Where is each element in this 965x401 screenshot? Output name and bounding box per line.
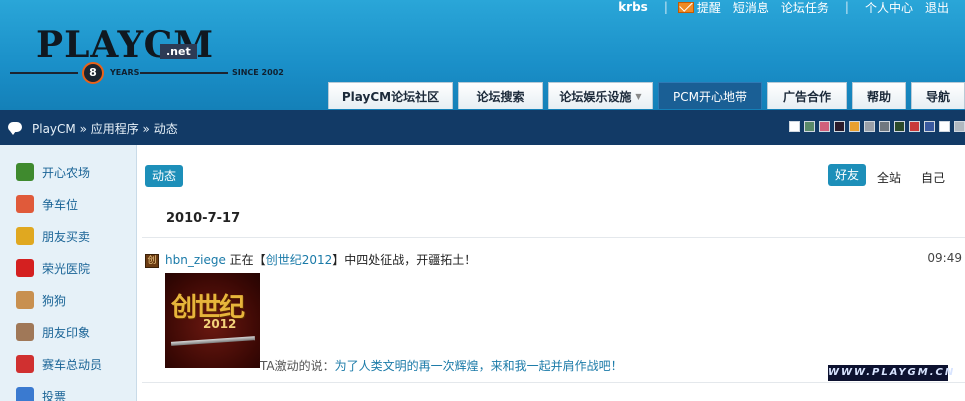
sprout-icon — [16, 163, 34, 181]
section-pill-feed[interactable]: 动态 — [145, 165, 183, 187]
sidebar-item-label: 赛车总动员 — [42, 357, 103, 372]
chart-icon — [16, 387, 34, 401]
sidebar-item[interactable]: 荣光医院 — [16, 258, 90, 278]
nav-tab-forum[interactable]: PlayCM论坛社区 — [328, 82, 453, 109]
site-logo[interactable]: PLAYCM .net 8 YEARS SINCE 2002 — [10, 14, 300, 84]
sidebar-item[interactable]: 朋友印象 — [16, 322, 90, 342]
theme-swatch[interactable] — [864, 121, 875, 132]
username-link[interactable]: krbs — [618, 0, 648, 14]
nav-tab-label: 论坛搜索 — [476, 89, 525, 104]
sidebar-item-label: 荣光医院 — [42, 261, 91, 276]
sidebar-item[interactable]: 朋友买卖 — [16, 226, 90, 246]
feed-user-link[interactable]: hbn_ziege — [165, 253, 226, 267]
nav-tab-label: 论坛娱乐设施 — [559, 89, 632, 104]
profile-link[interactable]: 个人中心 — [865, 0, 913, 16]
theme-swatch[interactable] — [834, 121, 845, 132]
theme-swatch[interactable] — [909, 121, 920, 132]
app-sidebar: 开心农场争车位朋友买卖荣光医院狗狗朋友印象赛车总动员投票 — [0, 145, 137, 401]
sidebar-item[interactable]: 开心农场 — [16, 162, 90, 182]
divider: | — [844, 0, 849, 14]
feed-time: 09:49 — [927, 251, 962, 265]
nav-tab-label: PCM开心地带 — [673, 89, 747, 104]
breadcrumb[interactable]: PlayCM » 应用程序 » 动态 — [32, 120, 178, 137]
nav-tab-navigation[interactable]: 导航 — [911, 82, 965, 109]
logo-line-right — [140, 72, 228, 74]
theme-swatch[interactable] — [954, 121, 965, 132]
logo-badge: 8 — [82, 62, 104, 84]
divider — [142, 237, 965, 238]
sidebar-item[interactable]: 赛车总动员 — [16, 354, 102, 374]
filter-self-link[interactable]: 自己 — [921, 169, 945, 186]
theme-swatch[interactable] — [939, 121, 950, 132]
nav-tab-entertainment[interactable]: 论坛娱乐设施 ▼ — [548, 82, 653, 109]
theme-swatch[interactable] — [894, 121, 905, 132]
theme-swatch[interactable] — [789, 121, 800, 132]
main-content: 动态 好友 全站 自己 2010-7-17 创 hbn_ziege 正在【创世纪2… — [137, 145, 965, 401]
divider — [142, 382, 965, 383]
site-watermark: WWW.PLAYGM.CN — [828, 365, 953, 381]
theme-swatch[interactable] — [849, 121, 860, 132]
filter-friends-button[interactable]: 好友 — [828, 164, 866, 186]
feed-game-link[interactable]: 创世纪2012 — [266, 253, 333, 267]
nav-tab-label: 帮助 — [866, 89, 891, 104]
person-icon — [16, 323, 34, 341]
breadcrumb-bar: PlayCM » 应用程序 » 动态 — [0, 110, 965, 145]
tasks-link[interactable]: 论坛任务 — [781, 0, 829, 16]
coins-icon — [16, 227, 34, 245]
theme-swatch[interactable] — [819, 121, 830, 132]
nav-tab-search[interactable]: 论坛搜索 — [458, 82, 543, 109]
logo-years: YEARS — [110, 68, 140, 77]
main-nav: PlayCM论坛社区 论坛搜索 论坛娱乐设施 ▼ PCM开心地带 广告合作 帮助 … — [323, 82, 965, 109]
feed-text: 正在【 — [229, 253, 266, 267]
logo-since: SINCE 2002 — [232, 68, 284, 77]
theme-swatch[interactable] — [804, 121, 815, 132]
speech-bubble-icon — [8, 122, 22, 135]
hospital-cross-icon — [16, 259, 34, 277]
sidebar-item-label: 开心农场 — [42, 165, 91, 180]
parking-icon — [16, 195, 34, 213]
quote-prefix: TA激动的说： — [260, 359, 335, 373]
sidebar-item[interactable]: 争车位 — [16, 194, 78, 214]
top-user-bar: krbs | 提醒 短消息 论坛任务 | 个人中心 退出 — [612, 0, 955, 16]
thumbnail-year: 2012 — [203, 317, 237, 331]
sword-graphic — [170, 336, 256, 346]
sidebar-item[interactable]: 狗狗 — [16, 290, 66, 310]
nav-tab-label: 广告合作 — [782, 89, 831, 104]
dog-icon — [16, 291, 34, 309]
quote-link[interactable]: 为了人类文明的再一次辉煌，来和我一起并肩作战吧！ — [335, 359, 623, 373]
site-header: PLAYCM .net 8 YEARS SINCE 2002 krbs | 提醒… — [0, 0, 965, 110]
feed-text: 】中四处征战，开疆拓土！ — [332, 253, 477, 267]
theme-swatch[interactable] — [879, 121, 890, 132]
sidebar-item-label: 朋友买卖 — [42, 229, 91, 244]
sidebar-item[interactable]: 投票 — [16, 386, 66, 401]
nav-tab-advertising[interactable]: 广告合作 — [767, 82, 847, 109]
sidebar-item-label: 狗狗 — [42, 293, 67, 308]
game-thumbnail[interactable]: 创世纪 2012 — [165, 273, 260, 368]
race-car-icon — [16, 355, 34, 373]
chevron-down-icon: ▼ — [635, 91, 642, 101]
theme-color-swatches — [785, 121, 965, 132]
logo-net-tag: .net — [160, 44, 197, 59]
sidebar-item-label: 争车位 — [42, 197, 79, 212]
nav-tab-label: 导航 — [925, 89, 950, 104]
divider: | — [663, 0, 668, 14]
mail-icon[interactable] — [677, 1, 694, 13]
remind-link[interactable]: 提醒 — [697, 0, 721, 16]
feed-date-heading: 2010-7-17 — [166, 211, 241, 226]
filter-all-link[interactable]: 全站 — [877, 169, 901, 186]
messages-link[interactable]: 短消息 — [733, 0, 769, 16]
logo-line-left — [10, 72, 78, 74]
sidebar-item-label: 朋友印象 — [42, 325, 91, 340]
theme-swatch[interactable] — [924, 121, 935, 132]
logout-link[interactable]: 退出 — [925, 0, 949, 16]
game-icon[interactable]: 创 — [145, 253, 159, 268]
feed-item: 创 hbn_ziege 正在【创世纪2012】中四处征战，开疆拓土！ — [145, 251, 476, 268]
nav-tab-happy-zone[interactable]: PCM开心地带 — [658, 82, 762, 109]
sidebar-item-label: 投票 — [42, 389, 67, 401]
nav-tab-label: PlayCM论坛社区 — [341, 89, 440, 104]
feed-quote: TA激动的说：为了人类文明的再一次辉煌，来和我一起并肩作战吧！ — [260, 357, 623, 374]
nav-tab-help[interactable]: 帮助 — [852, 82, 906, 109]
